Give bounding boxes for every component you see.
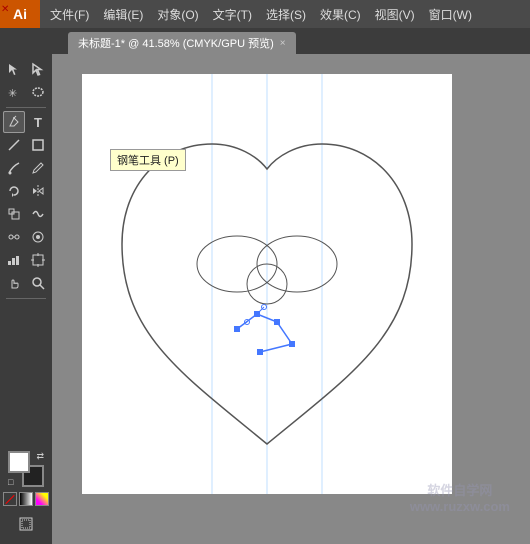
shape-tool-button[interactable] [27,134,49,156]
hand-tool-button[interactable] [3,272,25,294]
hand-zoom-row [1,272,51,294]
blend-tool-button[interactable] [3,226,25,248]
main-area: ✳ T [0,54,530,544]
swatch-area: ⇄ □ [8,451,44,487]
tab-bar: 未标题-1* @ 41.58% (CMYK/GPU 预览) × [0,28,530,54]
pen-tool-tooltip: 钢笔工具 (P) [110,149,186,171]
scale-warp-row [1,203,51,225]
selection-tools-row [1,58,51,80]
gradient-swatch[interactable] [19,492,33,506]
menu-view[interactable]: 视图(V) [369,4,421,25]
title-bar: Ai 文件(F) 编辑(E) 对象(O) 文字(T) 选择(S) 效果(C) 视… [0,0,530,28]
menu-text[interactable]: 文字(T) [207,4,258,25]
reflect-tool-button[interactable] [27,180,49,202]
menu-window[interactable]: 窗口(W) [423,4,478,25]
swap-colors-icon[interactable]: ⇄ [36,451,44,462]
menu-effect[interactable]: 效果(C) [314,4,367,25]
tab-close-button[interactable]: × [280,38,286,49]
screen-mode-button[interactable] [15,513,37,535]
separator-2 [6,298,46,299]
drawing-canvas [82,74,452,494]
menu-select[interactable]: 选择(S) [260,4,312,25]
rotate-reflect-row [1,180,51,202]
zoom-tool-button[interactable] [27,272,49,294]
direct-selection-tool-button[interactable] [27,58,49,80]
fill-swatch[interactable] [8,451,30,473]
artboard-tool-button[interactable] [27,249,49,271]
symbol-tool-button[interactable] [27,226,49,248]
warp-tool-button[interactable] [27,203,49,225]
active-tab[interactable]: 未标题-1* @ 41.58% (CMYK/GPU 预览) × [68,32,296,54]
artboard [82,74,452,494]
menu-bar: 文件(F) 编辑(E) 对象(O) 文字(T) 选择(S) 效果(C) 视图(V… [40,0,530,28]
menu-object[interactable]: 对象(O) [151,4,204,25]
graph-tool-button[interactable] [3,249,25,271]
type-tool-button[interactable]: T [27,111,49,133]
pen-tools-row: T [1,111,51,133]
graph-artboard-row [1,249,51,271]
menu-file[interactable]: 文件(F) [44,4,95,25]
pen-tool-button[interactable] [3,111,25,133]
magic-lasso-row: ✳ [1,81,51,103]
separator-1 [6,107,46,108]
rotate-tool-button[interactable] [3,180,25,202]
extra-tools-row [1,513,51,535]
tab-label: 未标题-1* @ 41.58% (CMYK/GPU 预览) [78,35,274,51]
none-color-swatch[interactable] [3,492,17,506]
color-mode-row: ✕ [3,492,49,506]
svg-text:✳: ✳ [8,88,17,99]
lasso-tool-button[interactable] [27,81,49,103]
menu-edit[interactable]: 编辑(E) [97,4,149,25]
scale-tool-button[interactable] [3,203,25,225]
brush-pencil-row [1,157,51,179]
mesh-swatch[interactable]: ✕ [35,492,49,506]
svg-text:✕: ✕ [1,4,9,14]
blend-symbol-row [1,226,51,248]
line-tool-button[interactable] [3,134,25,156]
left-toolbar: ✳ T [0,54,52,544]
line-shape-row [1,134,51,156]
watermark-line2: www.ruzxw.com [410,499,510,514]
pencil-button[interactable] [27,157,49,179]
magic-wand-button[interactable]: ✳ [3,81,25,103]
color-section: ⇄ □ ✕ [1,447,51,544]
paintbrush-button[interactable] [3,157,25,179]
default-colors-icon[interactable]: □ [8,477,13,487]
selection-tool-button[interactable] [3,58,25,80]
canvas-area[interactable]: 钢笔工具 (P) [52,54,530,544]
